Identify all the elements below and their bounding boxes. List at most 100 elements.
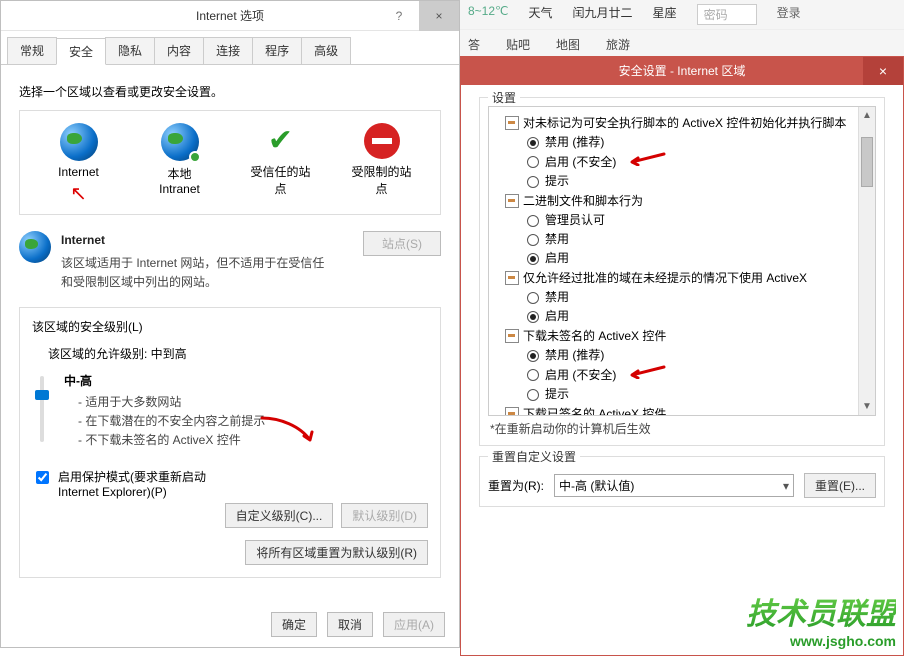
zone-internet-label: Internet (39, 165, 119, 179)
zone-internet[interactable]: Internet ↖ (39, 123, 119, 206)
zone-intranet-label-b: Intranet (140, 182, 220, 196)
scroll-thumb[interactable] (861, 137, 873, 187)
g4-opt1[interactable]: 启用 (不安全) (527, 365, 871, 385)
date-text: 闰九月廿二 (573, 4, 633, 25)
reset-button[interactable]: 重置(E)... (804, 473, 876, 498)
close-button[interactable]: × (419, 1, 459, 31)
selected-zone-desc-2: 和受限制区域中列出的网站。 (61, 273, 353, 292)
nav-a[interactable]: 答 (468, 36, 480, 53)
radio-icon (527, 215, 539, 227)
watermark-logo: 技术员联盟 www.jsgho.com (746, 589, 896, 649)
radio-icon (527, 137, 539, 149)
help-button[interactable]: ? (379, 1, 419, 31)
ss-title-text: 安全设置 - Internet 区域 (619, 64, 746, 78)
password-field[interactable]: 密码 (697, 4, 757, 25)
sec-bullet-3: 不下载未签名的 ActiveX 控件 (78, 431, 265, 450)
zone-intranet[interactable]: 本地 Intranet (140, 123, 220, 206)
settings-legend: 设置 (488, 89, 520, 106)
g4-opt2-label: 提示 (545, 385, 569, 404)
tab-security[interactable]: 安全 (56, 38, 106, 65)
g3-label: 仅允许经过批准的域在未经提示的情况下使用 ActiveX (523, 268, 807, 288)
zone-instruction: 选择一个区域以查看或更改安全设置。 (19, 83, 441, 100)
ok-button[interactable]: 确定 (271, 612, 317, 637)
g1-opt2[interactable]: 提示 (527, 172, 871, 191)
radio-icon (527, 292, 539, 304)
login-link[interactable]: 登录 (777, 4, 801, 25)
g2-opt1-label: 禁用 (545, 230, 569, 249)
zone-trusted[interactable]: ✔ 受信任的站 点 (241, 123, 321, 206)
selected-zone-name: Internet (61, 231, 353, 250)
cancel-button[interactable]: 取消 (327, 612, 373, 637)
security-settings-dialog: 安全设置 - Internet 区域 × 设置 ▲ ▼ 对未标记为可安全执行脚本… (460, 56, 904, 656)
g1-opt0-label: 禁用 (推荐) (545, 133, 604, 152)
g2-opt0[interactable]: 管理员认可 (527, 211, 871, 230)
zone-selector: Internet ↖ 本地 Intranet ✔ 受信任的站 点 受限制的站 点 (19, 110, 441, 215)
protected-mode-checkbox[interactable] (36, 471, 49, 484)
g2-opt2[interactable]: 启用 (527, 249, 871, 268)
g4-opt0[interactable]: 禁用 (推荐) (527, 346, 871, 365)
logo-url: www.jsgho.com (746, 633, 896, 649)
g4-opt0-label: 禁用 (推荐) (545, 346, 604, 365)
g1-opt0[interactable]: 禁用 (推荐) (527, 133, 871, 152)
tab-connections[interactable]: 连接 (203, 37, 253, 64)
constellation-link[interactable]: 星座 (653, 4, 677, 25)
tab-privacy[interactable]: 隐私 (105, 37, 155, 64)
custom-level-button[interactable]: 自定义级别(C)... (225, 503, 334, 528)
nav-d[interactable]: 旅游 (606, 36, 630, 53)
activex-icon (505, 407, 519, 416)
zone-restricted-label-b: 点 (342, 180, 422, 197)
weather-link[interactable]: 天气 (529, 4, 553, 25)
ss-titlebar[interactable]: 安全设置 - Internet 区域 × (461, 57, 903, 85)
tab-content[interactable]: 内容 (154, 37, 204, 64)
tab-advanced[interactable]: 高级 (301, 37, 351, 64)
radio-icon (527, 156, 539, 168)
scroll-up-icon[interactable]: ▲ (859, 107, 875, 124)
scroll-down-icon[interactable]: ▼ (859, 398, 875, 415)
default-level-button[interactable]: 默认级别(D) (341, 503, 428, 528)
globe-icon (161, 123, 199, 161)
tab-general[interactable]: 常规 (7, 37, 57, 64)
internet-options-dialog: Internet 选项 ? × 常规 安全 隐私 内容 连接 程序 高级 选择一… (0, 0, 460, 648)
g3-opt0-label: 禁用 (545, 288, 569, 307)
g3-opt1-label: 启用 (545, 307, 569, 326)
g2-opt2-label: 启用 (545, 249, 569, 268)
zone-restricted[interactable]: 受限制的站 点 (342, 123, 422, 206)
g3-opt1[interactable]: 启用 (527, 307, 871, 326)
reset-to-select[interactable]: 中-高 (默认值) ▾ (554, 474, 794, 497)
reset-select-value: 中-高 (默认值) (559, 477, 634, 494)
ss-close-button[interactable]: × (863, 57, 903, 85)
g4-opt2[interactable]: 提示 (527, 385, 871, 404)
scrollbar[interactable]: ▲ ▼ (858, 107, 875, 415)
security-level-legend: 该区域的安全级别(L) (32, 318, 428, 335)
cursor-arrow-icon: ↖ (39, 181, 119, 206)
deny-icon (364, 123, 400, 159)
g1-opt1[interactable]: 启用 (不安全) (527, 152, 871, 172)
nav-b[interactable]: 贴吧 (506, 36, 530, 53)
radio-icon (527, 311, 539, 323)
chevron-down-icon: ▾ (783, 479, 789, 493)
temp-text: 8~12℃ (468, 4, 509, 25)
g1-label: 对未标记为可安全执行脚本的 ActiveX 控件初始化并执行脚本 (523, 113, 846, 133)
red-arrow-icon (626, 365, 666, 385)
apply-button[interactable]: 应用(A) (383, 612, 445, 637)
g1-opt1-label: 启用 (不安全) (545, 153, 616, 172)
security-slider[interactable] (32, 368, 52, 451)
g4-opt1-label: 启用 (不安全) (545, 366, 616, 385)
g1-opt2-label: 提示 (545, 172, 569, 191)
g3-opt0[interactable]: 禁用 (527, 288, 871, 307)
selected-zone-desc-1: 该区域适用于 Internet 网站，但不适用于在受信任 (61, 254, 353, 273)
dialog-titlebar[interactable]: Internet 选项 ? × (1, 1, 459, 31)
logo-text: 技术员联盟 (746, 589, 896, 633)
radio-icon (527, 369, 539, 381)
settings-tree[interactable]: ▲ ▼ 对未标记为可安全执行脚本的 ActiveX 控件初始化并执行脚本 禁用 … (488, 106, 876, 416)
tab-programs[interactable]: 程序 (252, 37, 302, 64)
g2-opt0-label: 管理员认可 (545, 211, 605, 230)
sites-button[interactable]: 站点(S) (363, 231, 441, 256)
activex-icon (505, 116, 519, 130)
g2-opt1[interactable]: 禁用 (527, 230, 871, 249)
reset-all-zones-button[interactable]: 将所有区域重置为默认级别(R) (245, 540, 428, 565)
nav-c[interactable]: 地图 (556, 36, 580, 53)
globe-icon (19, 231, 51, 263)
zone-intranet-label-a: 本地 (140, 165, 220, 182)
protected-mode-label-a: 启用保护模式(要求重新启动 (58, 468, 206, 485)
